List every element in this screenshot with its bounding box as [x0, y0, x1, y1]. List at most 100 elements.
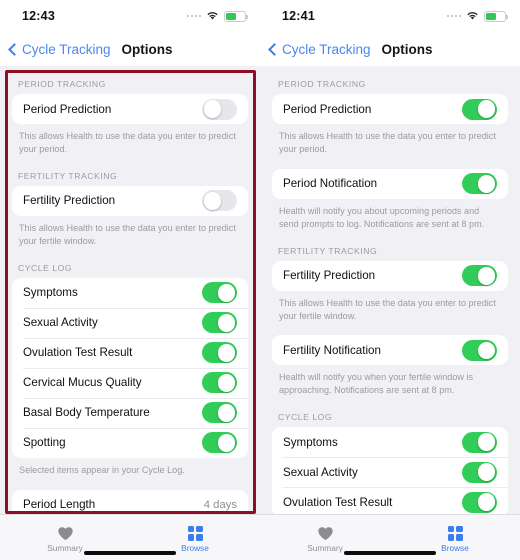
- settings-card: Symptoms Sexual Activity Ovulation Test Re…: [12, 277, 248, 458]
- toggle-switch-on[interactable]: [202, 402, 237, 424]
- back-button-label: Cycle Tracking: [282, 41, 371, 57]
- toggle-knob: [217, 343, 236, 362]
- tab-label: Browse: [441, 542, 469, 553]
- row-value: 4 days: [203, 498, 237, 511]
- toggle-knob: [477, 433, 496, 452]
- settings-card: Fertility Prediction: [12, 185, 248, 216]
- table-row[interactable]: Sexual Activity: [272, 457, 508, 487]
- toggle-knob: [217, 313, 236, 332]
- table-row[interactable]: Cervical Mucus Quality: [12, 367, 248, 398]
- row-label: Fertility Prediction: [23, 194, 116, 208]
- row-label: Symptoms: [23, 286, 78, 300]
- toggle-switch-on[interactable]: [202, 432, 237, 454]
- heart-icon: [317, 526, 334, 541]
- tab-label: Summary: [307, 542, 343, 553]
- grid-icon: [187, 525, 203, 541]
- table-row[interactable]: Period Length 4 days: [12, 490, 248, 514]
- table-row[interactable]: Period Prediction: [272, 94, 508, 124]
- nav-bar: Cycle Tracking Options: [0, 32, 260, 66]
- toggle-switch-on[interactable]: [462, 265, 497, 287]
- table-row[interactable]: Fertility Notification: [272, 335, 508, 365]
- settings-list: PERIOD TRACKING Period Prediction This all…: [0, 66, 260, 514]
- toggle-knob: [217, 373, 236, 392]
- toggle-switch-on[interactable]: [202, 282, 237, 304]
- section-footnote: This allows Health to use the data you e…: [279, 131, 496, 154]
- status-bar: 12:41: [260, 0, 520, 32]
- status-bar-indicators: [186, 10, 248, 22]
- toggle-switch-on[interactable]: [202, 312, 237, 334]
- toggle-switch-on[interactable]: [462, 173, 497, 195]
- toggle-knob: [477, 463, 496, 482]
- row-label: Sexual Activity: [283, 465, 358, 479]
- settings-card: Fertility Notification: [272, 335, 508, 366]
- section-footnote: This allows Health to use the data you e…: [19, 222, 236, 246]
- row-label: Basal Body Temperature: [23, 406, 150, 420]
- table-row[interactable]: Fertility Prediction: [12, 186, 248, 216]
- row-label: Ovulation Test Result: [283, 495, 393, 509]
- row-label: Spotting: [23, 436, 66, 450]
- grid-icon: [447, 525, 463, 541]
- table-row[interactable]: Symptoms: [272, 427, 508, 457]
- row-label: Fertility Notification: [283, 343, 381, 357]
- tab-label: Summary: [47, 542, 83, 553]
- toggle-switch-on[interactable]: [462, 491, 497, 513]
- section-header: FERTILITY TRACKING: [278, 245, 378, 256]
- tab-label: Browse: [181, 542, 209, 553]
- settings-card: Period Length 4 days: [12, 489, 248, 514]
- toggle-switch-on[interactable]: [202, 372, 237, 394]
- status-bar-time: 12:41: [282, 9, 315, 23]
- toggle-knob: [477, 174, 496, 193]
- toggle-knob: [477, 100, 496, 118]
- toggle-knob: [477, 266, 496, 285]
- table-row[interactable]: Period Prediction: [12, 94, 248, 124]
- section-footnote: This allows Health to use the data you e…: [19, 131, 236, 154]
- table-row[interactable]: Fertility Prediction: [272, 261, 508, 291]
- phone-screen-1: 12:43 Cycle Tracking Options PERIOD TRACKIN…: [0, 0, 260, 560]
- status-bar-indicators: [446, 10, 508, 22]
- table-row[interactable]: Spotting: [12, 427, 248, 458]
- toggle-knob: [203, 191, 222, 210]
- toggle-knob: [477, 493, 496, 512]
- settings-scroll-area[interactable]: PERIOD TRACKING Period Prediction This all…: [0, 66, 260, 514]
- back-button[interactable]: Cycle Tracking: [268, 41, 371, 57]
- row-label: Symptoms: [283, 435, 338, 449]
- row-label: Period Prediction: [283, 102, 372, 116]
- toggle-knob: [217, 433, 236, 452]
- page-title: Options: [121, 41, 173, 57]
- toggle-knob: [217, 403, 236, 422]
- toggle-switch-on[interactable]: [462, 339, 497, 361]
- table-row[interactable]: Ovulation Test Result: [12, 337, 248, 368]
- home-indicator[interactable]: [344, 551, 436, 555]
- battery-icon: [224, 10, 248, 22]
- chevron-left-icon: [8, 42, 21, 56]
- settings-scroll-area[interactable]: PERIOD TRACKING Period Prediction This all…: [260, 66, 520, 514]
- nav-bar: Cycle Tracking Options: [260, 32, 520, 66]
- home-indicator[interactable]: [84, 551, 176, 555]
- table-row[interactable]: Ovulation Test Result: [272, 487, 508, 514]
- toggle-switch-on[interactable]: [462, 98, 497, 120]
- table-row[interactable]: Basal Body Temperature: [12, 397, 248, 428]
- toggle-switch-on[interactable]: [462, 461, 497, 483]
- toggle-switch-on[interactable]: [202, 342, 237, 364]
- settings-card: Period Prediction: [12, 94, 248, 124]
- toggle-switch-on[interactable]: [462, 431, 497, 453]
- battery-icon: [484, 10, 508, 22]
- row-label: Sexual Activity: [23, 316, 98, 330]
- settings-card: Period Notification: [272, 168, 508, 199]
- toggle-knob: [203, 100, 222, 118]
- table-row[interactable]: Symptoms: [12, 278, 248, 308]
- toggle-switch-off[interactable]: [202, 98, 237, 120]
- toggle-switch-off[interactable]: [202, 190, 237, 212]
- back-button-label: Cycle Tracking: [22, 41, 111, 57]
- table-row[interactable]: Sexual Activity: [12, 307, 248, 338]
- row-label: Cervical Mucus Quality: [23, 376, 142, 390]
- row-label: Ovulation Test Result: [23, 346, 133, 360]
- tab-bar: Summary Browse: [260, 514, 520, 560]
- settings-list: PERIOD TRACKING Period Prediction This all…: [260, 66, 520, 514]
- back-button[interactable]: Cycle Tracking: [8, 41, 111, 57]
- section-header: CYCLE LOG: [18, 262, 73, 273]
- table-row[interactable]: Period Notification: [272, 169, 508, 199]
- phone-screen-2: 12:41 Cycle Tracking Options PERIOD TRACKIN…: [260, 0, 520, 560]
